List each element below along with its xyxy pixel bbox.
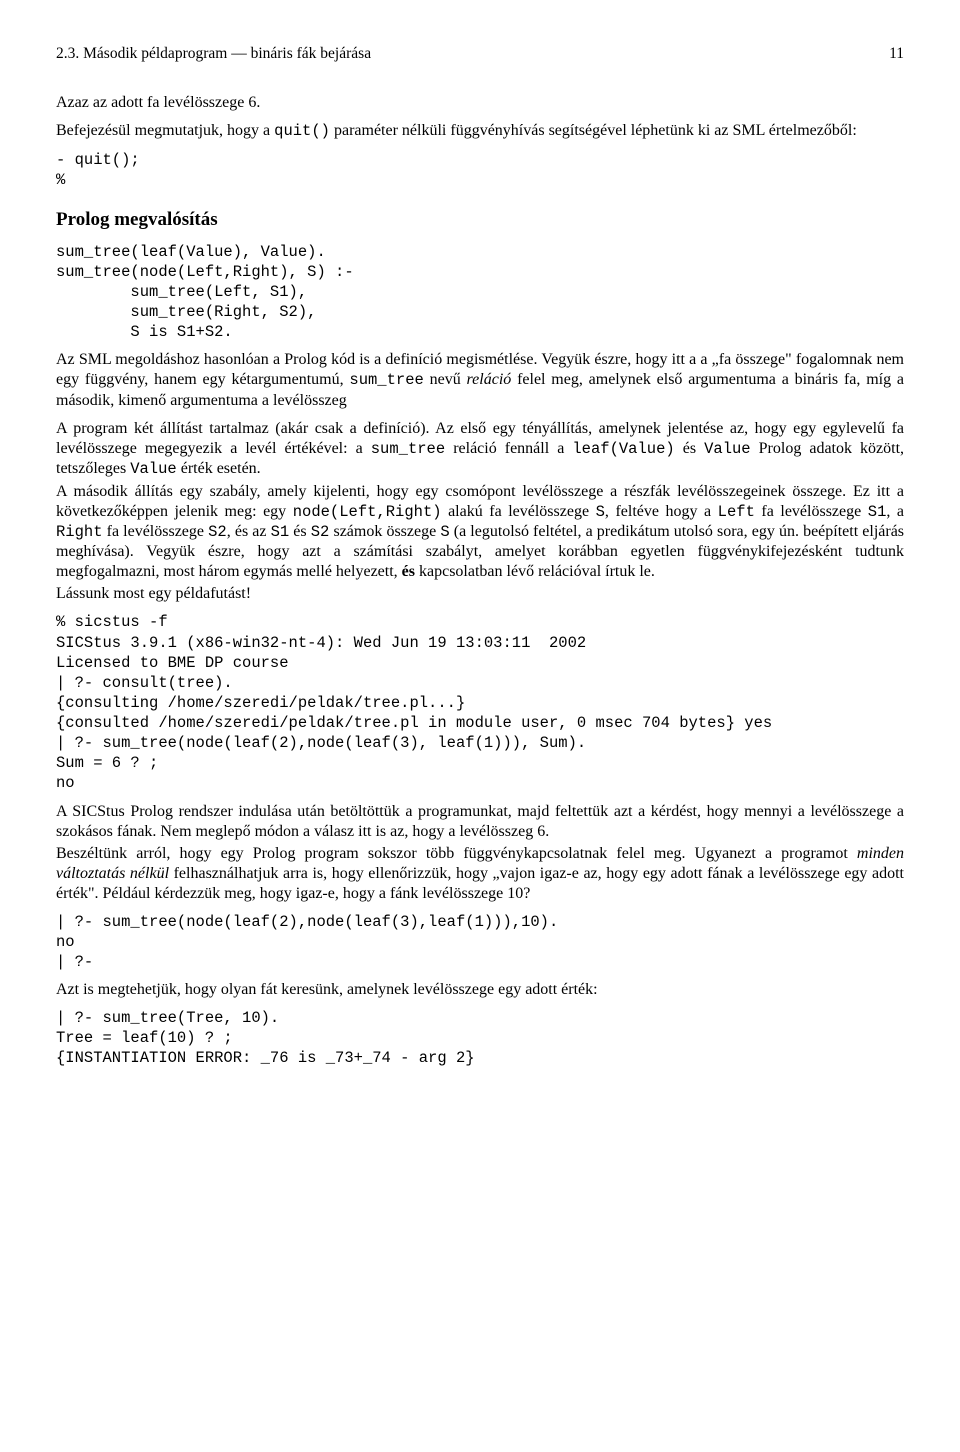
emphasis: reláció [467, 371, 512, 388]
code-block-run2: | ?- sum_tree(node(leaf(2),node(leaf(3),… [56, 912, 904, 972]
text: Beszéltünk arról, hogy egy Prolog progra… [56, 845, 857, 862]
text: kapcsolatban lévő relációval írtuk le. [415, 563, 655, 580]
paragraph-two-clauses: A program két állítást tartalmaz (akár c… [56, 419, 904, 480]
code-block-run3: | ?- sum_tree(Tree, 10). Tree = leaf(10)… [56, 1008, 904, 1068]
text: érték esetén. [177, 460, 261, 477]
inline-code: Value [704, 440, 751, 458]
page-header: 2.3. Második példaprogram — bináris fák … [56, 44, 904, 63]
bold: és [402, 563, 415, 580]
paragraph-search-tree: Azt is megtehetjük, hogy olyan fát keres… [56, 980, 904, 1000]
text: fa levélösszege [103, 523, 209, 540]
code-block-quit: - quit(); % [56, 150, 904, 190]
text: paraméter nélküli függvényhívás segítség… [330, 122, 857, 139]
text: és [289, 523, 311, 540]
paragraph-quit: Befejezésül megmutatjuk, hogy a quit() p… [56, 121, 904, 141]
paragraph-lets-run: Lássunk most egy példafutást! [56, 584, 904, 604]
inline-code: S1 [271, 523, 290, 541]
inline-code: S2 [311, 523, 330, 541]
text: nevű [424, 371, 467, 388]
paragraph-intro: Azaz az adott fa levélösszege 6. [56, 93, 904, 113]
text: felhasználhatjuk arra is, hogy ellenőriz… [56, 865, 904, 902]
inline-code: Right [56, 523, 103, 541]
text: fa levélösszege [755, 503, 868, 520]
text: , feltéve hogy a [605, 503, 718, 520]
paragraph-sml-comparison: Az SML megoldáshoz hasonlóan a Prolog kó… [56, 350, 904, 410]
text: Befejezésül megmutatjuk, hogy a [56, 122, 274, 139]
code-block-run1: % sicstus -f SICStus 3.9.1 (x86-win32-nt… [56, 612, 904, 793]
inline-code-quit: quit() [274, 122, 330, 140]
inline-code: S [440, 523, 449, 541]
text: alakú fa levélösszege [442, 503, 596, 520]
paragraph-multi-use: Beszéltünk arról, hogy egy Prolog progra… [56, 844, 904, 904]
text: és [675, 440, 704, 457]
text: , a [886, 503, 904, 520]
inline-code: node(Left,Right) [293, 503, 442, 521]
header-section: 2.3. Második példaprogram — bináris fák … [56, 44, 371, 63]
code-block-sumtree: sum_tree(leaf(Value), Value). sum_tree(n… [56, 242, 904, 343]
inline-code: sum_tree [349, 371, 423, 389]
text: reláció fennáll a [445, 440, 572, 457]
inline-code: leaf(Value) [572, 440, 674, 458]
inline-code: Value [130, 460, 177, 478]
inline-code: Left [718, 503, 755, 521]
paragraph-after-run1: A SICStus Prolog rendszer indulása után … [56, 802, 904, 842]
text: , és az [227, 523, 271, 540]
page-number: 11 [889, 44, 904, 63]
header-section-number: 2.3. [56, 45, 79, 62]
inline-code: S [596, 503, 605, 521]
heading-prolog: Prolog megvalósítás [56, 208, 904, 232]
inline-code: S2 [208, 523, 227, 541]
paragraph-second-clause: A második állítás egy szabály, amely kij… [56, 482, 904, 583]
inline-code: sum_tree [371, 440, 445, 458]
inline-code: S1 [868, 503, 887, 521]
header-section-title: Második példaprogram — bináris fák bejár… [83, 45, 371, 62]
text: számok összege [329, 523, 440, 540]
